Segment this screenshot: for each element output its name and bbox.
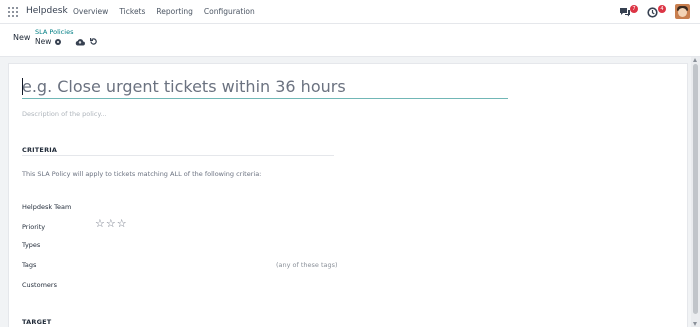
priority-label: Priority bbox=[22, 223, 46, 231]
clock-icon bbox=[647, 6, 658, 18]
star-icon[interactable]: ☆ bbox=[95, 218, 105, 230]
breadcrumb-current: New bbox=[35, 37, 52, 46]
menu-item-configuration[interactable]: Configuration bbox=[204, 7, 255, 16]
top-navbar: Helpdesk Overview Tickets Reporting Conf… bbox=[0, 0, 700, 24]
main-menu: Overview Tickets Reporting Configuration bbox=[73, 7, 255, 16]
star-icon[interactable]: ☆ bbox=[106, 218, 116, 230]
breadcrumb-sla-policies[interactable]: SLA Policies bbox=[35, 28, 98, 36]
activities-count-badge: 4 bbox=[658, 4, 666, 13]
app-brand[interactable]: Helpdesk bbox=[26, 6, 68, 16]
user-avatar[interactable] bbox=[675, 4, 690, 19]
activity-menu[interactable]: 4 bbox=[647, 4, 666, 19]
new-button[interactable]: New bbox=[10, 31, 33, 44]
form-sheet: CRITERIA This SLA Policy will apply to t… bbox=[8, 63, 688, 327]
helpdesk-team-label: Helpdesk Team bbox=[22, 203, 72, 211]
discard-changes-icon[interactable] bbox=[89, 37, 98, 46]
cloud-upload-icon[interactable] bbox=[75, 38, 86, 46]
breadcrumb-current-row: New bbox=[35, 37, 98, 46]
policy-name-input[interactable] bbox=[22, 75, 508, 99]
scrollbar-thumb[interactable] bbox=[693, 64, 698, 314]
systray: 7 4 bbox=[619, 4, 690, 19]
priority-stars: ☆ ☆ ☆ bbox=[95, 218, 127, 230]
menu-item-reporting[interactable]: Reporting bbox=[156, 7, 192, 16]
criteria-section-title: CRITERIA bbox=[22, 146, 58, 154]
criteria-divider bbox=[22, 155, 334, 156]
types-label: Types bbox=[22, 241, 41, 249]
customers-label: Customers bbox=[22, 281, 57, 289]
criteria-description: This SLA Policy will apply to tickets ma… bbox=[22, 170, 262, 178]
policy-description-input[interactable] bbox=[22, 108, 322, 120]
menu-item-tickets[interactable]: Tickets bbox=[119, 7, 145, 16]
apps-menu-icon[interactable] bbox=[8, 7, 18, 17]
star-icon[interactable]: ☆ bbox=[117, 218, 127, 230]
scroll-up-arrow-icon[interactable] bbox=[693, 58, 697, 62]
tags-label: Tags bbox=[22, 261, 37, 269]
text-cursor bbox=[22, 78, 23, 95]
gear-icon[interactable] bbox=[55, 38, 62, 45]
scroll-down-arrow-icon[interactable] bbox=[693, 322, 697, 326]
target-section-title: TARGET bbox=[22, 318, 52, 326]
messaging-menu[interactable]: 7 bbox=[619, 4, 638, 19]
breadcrumb: SLA Policies New bbox=[35, 28, 98, 46]
control-panel: New SLA Policies New bbox=[0, 24, 700, 57]
messages-count-badge: 7 bbox=[630, 4, 638, 13]
tags-hint: (any of these tags) bbox=[276, 261, 338, 269]
menu-item-overview[interactable]: Overview bbox=[73, 7, 108, 16]
vertical-scrollbar[interactable] bbox=[691, 57, 700, 327]
